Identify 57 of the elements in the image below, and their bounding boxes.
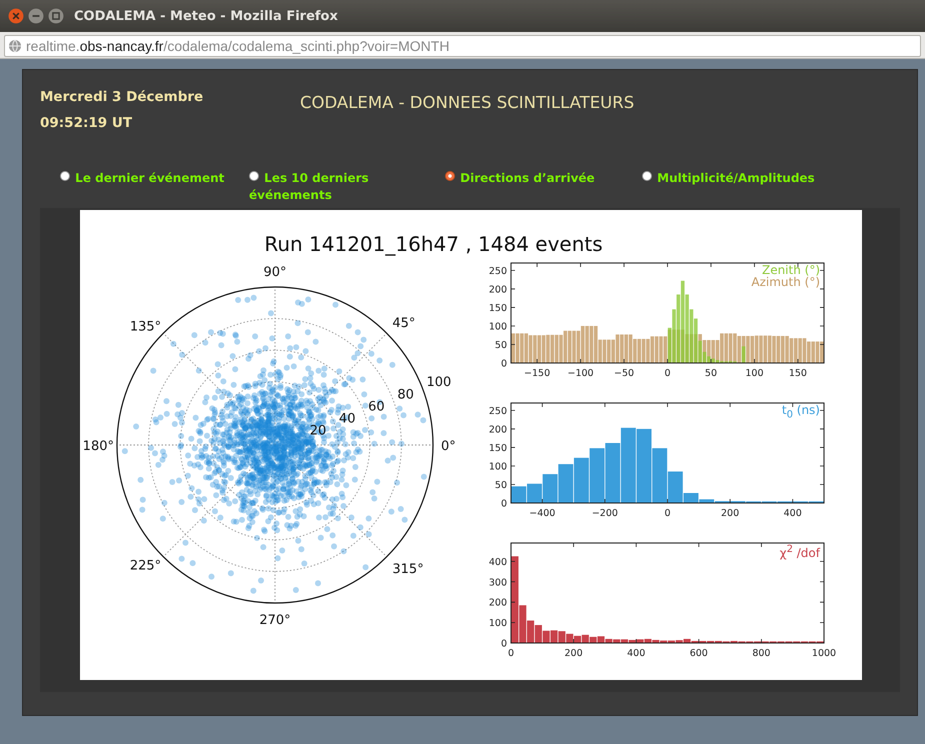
y-tick-label: 100 bbox=[488, 321, 507, 332]
x-tick-label: 200 bbox=[564, 648, 583, 659]
legend-label: t$_{0}$ (ns) bbox=[782, 404, 820, 422]
x-tick-label: 0 bbox=[664, 508, 671, 519]
y-tick-label: 0 bbox=[500, 358, 507, 370]
x-tick-label: 800 bbox=[752, 648, 770, 659]
legend-label: Zenith (°) bbox=[762, 264, 820, 276]
y-tick-label: 50 bbox=[494, 340, 507, 351]
legend-label: Azimuth (°) bbox=[751, 276, 820, 288]
y-tick-label: 150 bbox=[488, 442, 507, 454]
legend-label: χ$^{2}$ /dof bbox=[780, 544, 820, 559]
angle-label: 315° bbox=[392, 562, 424, 578]
radius-label: 20 bbox=[310, 424, 326, 439]
x-tick-label: 0 bbox=[508, 648, 514, 659]
x-tick-label: 400 bbox=[784, 508, 802, 519]
radius-label: 60 bbox=[368, 399, 385, 414]
y-tick-label: 250 bbox=[488, 406, 507, 417]
y-tick-label: 0 bbox=[500, 638, 507, 650]
x-tick-label: 150 bbox=[788, 368, 807, 379]
time-text: 09:52:19 UT bbox=[40, 115, 134, 131]
x-tick-label: −50 bbox=[614, 368, 634, 379]
x-tick-label: 0 bbox=[664, 368, 671, 379]
y-tick-label: 100 bbox=[488, 618, 507, 630]
angle-label: 180° bbox=[82, 439, 114, 454]
angle-label: 45° bbox=[392, 316, 416, 331]
x-tick-label: −200 bbox=[592, 508, 618, 519]
angle-label: 135° bbox=[130, 320, 162, 334]
angle-label: 0° bbox=[441, 439, 456, 454]
y-tick-label: 250 bbox=[488, 266, 507, 277]
y-tick-label: 100 bbox=[488, 461, 507, 472]
x-tick-label: −400 bbox=[529, 508, 556, 519]
page-title: CODALEMA - DONNEES SCINTILLATEURS bbox=[300, 93, 634, 114]
y-tick-label: 200 bbox=[488, 284, 507, 296]
date-text: Mercredi 3 Décembre bbox=[40, 89, 204, 105]
x-tick-label: −150 bbox=[524, 368, 550, 379]
x-tick-label: 600 bbox=[690, 648, 708, 659]
y-tick-label: 0 bbox=[500, 498, 507, 510]
x-tick-label: 1000 bbox=[812, 648, 836, 659]
x-tick-label: 100 bbox=[745, 368, 764, 379]
y-tick-label: 150 bbox=[488, 302, 507, 314]
y-tick-label: 200 bbox=[488, 424, 507, 436]
x-tick-label: 50 bbox=[704, 368, 718, 379]
angle-label: 270° bbox=[259, 613, 291, 628]
figure-title: Run 141201_16h47 , 1484 events bbox=[263, 231, 604, 255]
radius-label: 40 bbox=[338, 412, 356, 427]
x-tick-label: −100 bbox=[568, 368, 594, 379]
angle-label: 90° bbox=[263, 265, 287, 280]
window-title: CODALEMA - Meteo - Mozilla Firefox bbox=[74, 8, 338, 24]
x-tick-label: 400 bbox=[627, 648, 646, 659]
y-tick-label: 50 bbox=[494, 480, 507, 491]
radius-label: 100 bbox=[426, 375, 452, 390]
angle-label: 225° bbox=[130, 558, 162, 574]
x-tick-label: 200 bbox=[721, 508, 740, 519]
y-tick-label: 400 bbox=[488, 556, 507, 568]
y-tick-label: 300 bbox=[488, 577, 507, 588]
radius-label: 80 bbox=[397, 387, 414, 402]
y-tick-label: 200 bbox=[488, 598, 507, 609]
